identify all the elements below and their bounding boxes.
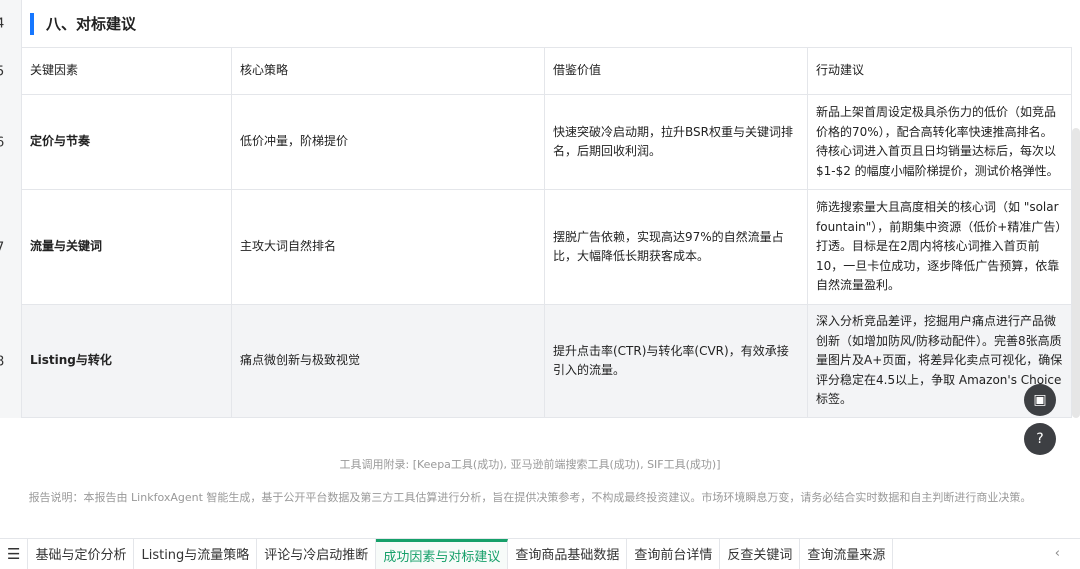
factor-cell: 定价与节奏 [22,95,232,189]
tab-reverse-keywords[interactable]: 反查关键词 [720,538,801,569]
table-row: 定价与节奏 低价冲量，阶梯提价 快速突破冷启动期，拉升BSR权重与关键词排名，后… [22,95,1072,190]
title-accent-bar [30,12,34,35]
sheet-tabs: ☰ 基础与定价分析 Listing与流量策略 评论与冷启动推断 成功因素与对标建… [0,538,1080,569]
header-cell: 核心策略 [232,48,545,94]
scrollbar[interactable] [1072,128,1080,418]
table-row: Listing与转化 痛点微创新与极致视觉 提升点击率(CTR)与转化率(CVR… [22,305,1072,418]
tab-reviews[interactable]: 评论与冷启动推断 [257,538,377,569]
help-icon[interactable]: ? [1024,423,1056,455]
action-cell: 新品上架首周设定极具杀伤力的低价（如竞品价格的70%），配合高转化率快速推高排名… [808,95,1072,189]
chevron-left-icon[interactable]: ‹ [1035,546,1080,561]
strategy-cell: 痛点微创新与极致视觉 [232,305,545,417]
table-header: 关键因素 核心策略 借鉴价值 行动建议 [22,48,1072,95]
action-cell: 筛选搜索量大且高度相关的核心词（如 "solar fountain"），前期集中… [808,190,1072,304]
row-number: 7 [0,190,22,305]
tab-product-data[interactable]: 查询商品基础数据 [508,538,628,569]
row-number: 6 [0,95,22,190]
tab-frontend-details[interactable]: 查询前台详情 [627,538,721,569]
factor-cell: Listing与转化 [22,305,232,417]
video-icon[interactable]: ▣ [1024,384,1056,416]
strategy-cell: 主攻大词自然排名 [232,190,545,304]
value-cell: 提升点击率(CTR)与转化率(CVR)，有效承接引入的流量。 [545,305,808,417]
tab-listing[interactable]: Listing与流量策略 [134,538,258,569]
header-cell: 行动建议 [808,48,1072,94]
factor-cell: 流量与关键词 [22,190,232,304]
table-row: 流量与关键词 主攻大词自然排名 摆脱广告依赖，实现高达97%的自然流量占比，大幅… [22,190,1072,305]
menu-icon[interactable]: ☰ [0,538,29,569]
row-number: 8 [0,305,22,418]
section-title: 八、对标建议 [22,0,1072,48]
tab-success-factors[interactable]: 成功因素与对标建议 [376,538,509,569]
section-title-text: 八、对标建议 [46,15,137,33]
strategy-cell: 低价冲量，阶梯提价 [232,95,545,189]
tools-note: 工具调用附录: [Keepa工具(成功), 亚马逊前端搜索工具(成功), SIF… [339,458,721,471]
tab-traffic-source[interactable]: 查询流量来源 [800,538,894,569]
tab-pricing[interactable]: 基础与定价分析 [28,538,135,569]
row-number: 4 [0,0,22,48]
header-cell: 借鉴价值 [545,48,808,94]
disclaimer: 报告说明：本报告由 LinkfoxAgent 智能生成，基于公开平台数据及第三方… [28,491,1032,504]
value-cell: 快速突破冷启动期，拉升BSR权重与关键词排名，后期回收利润。 [545,95,808,189]
header-cell: 关键因素 [22,48,232,94]
row-number: 5 [0,48,22,95]
value-cell: 摆脱广告依赖，实现高达97%的自然流量占比，大幅降低长期获客成本。 [545,190,808,304]
